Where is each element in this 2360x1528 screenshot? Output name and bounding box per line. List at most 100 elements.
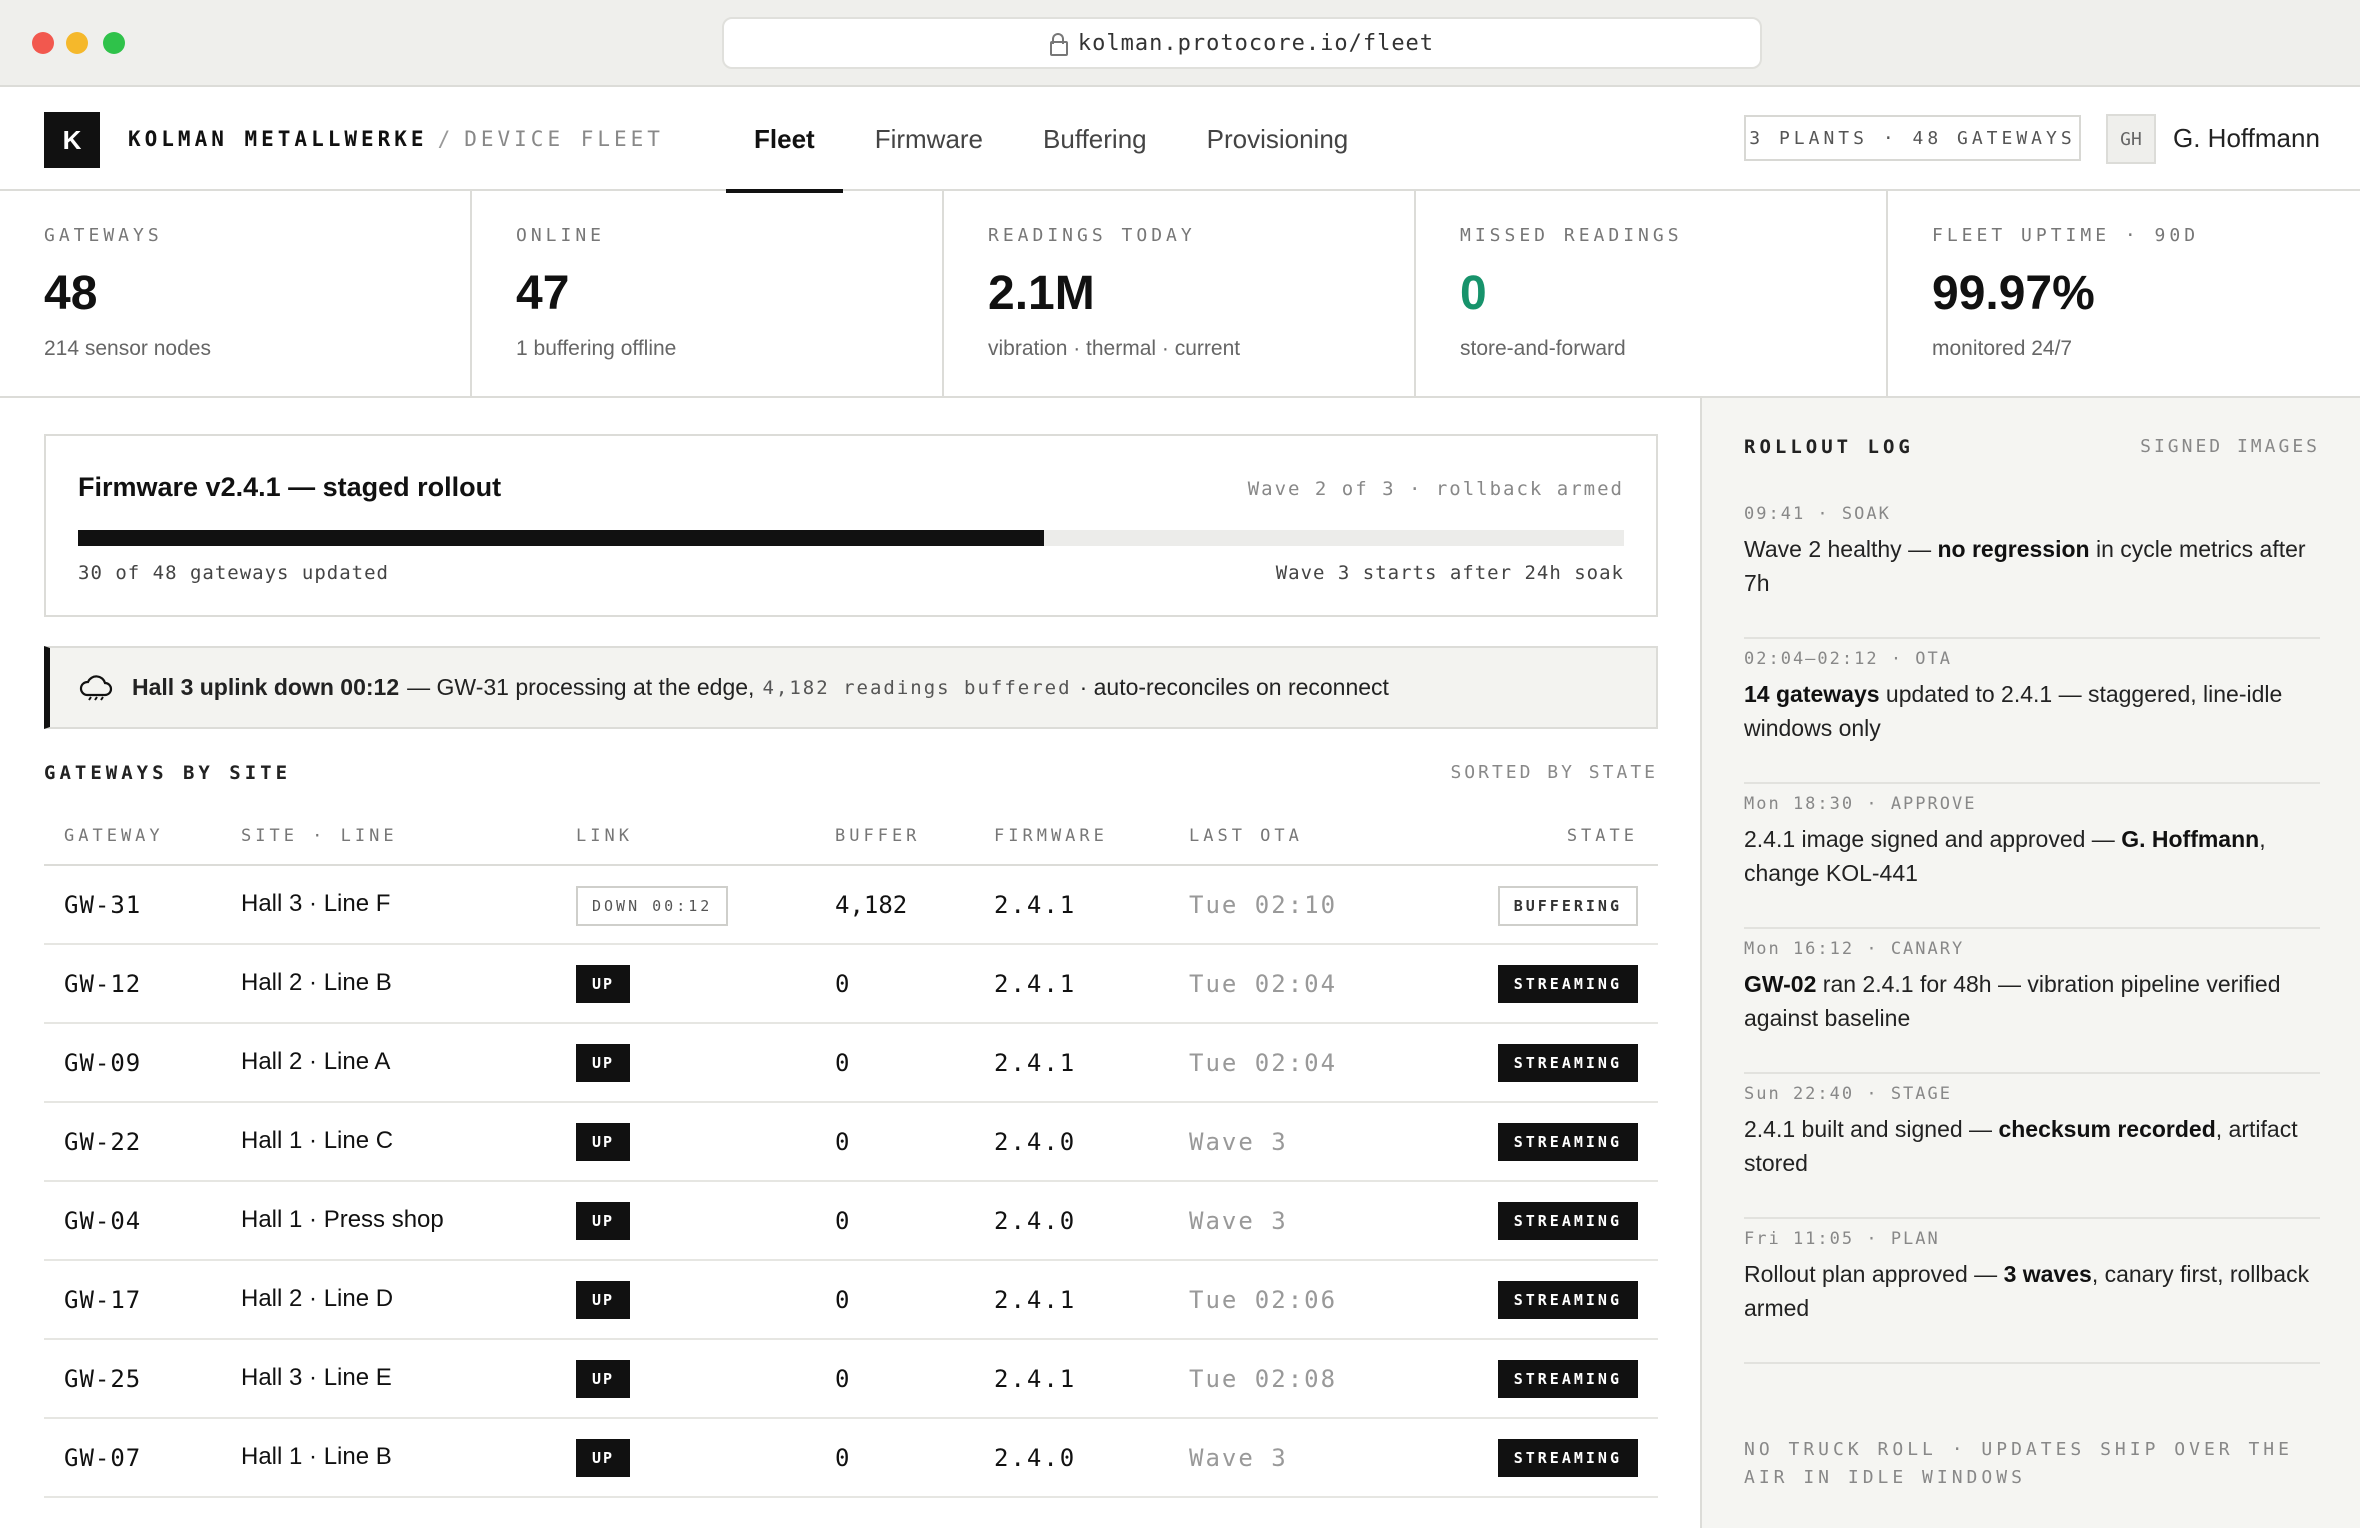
column-header-firmware[interactable]: FIRMWARE <box>994 826 1108 846</box>
gateway-id: GW-31 <box>64 891 142 919</box>
alert-buffered-count: 4,182 readings buffered <box>762 676 1072 699</box>
sort-indicator[interactable]: SORTED BY STATE <box>1450 762 1658 784</box>
log-text-part: 2.4.1 image signed and approved — <box>1744 826 2122 852</box>
stat-label: MISSED READINGS <box>1460 225 1683 246</box>
log-text-part: Rollout plan approved — <box>1744 1261 2004 1287</box>
tab-buffering[interactable]: Buffering <box>1015 87 1175 191</box>
rollout-next-note: Wave 3 starts after 24h soak <box>1275 562 1624 584</box>
gateway-id: GW-09 <box>64 1049 142 1077</box>
site-line: Hall 1 · Line B <box>241 1443 392 1470</box>
column-header-last-ota[interactable]: LAST OTA <box>1189 826 1303 846</box>
stat-label: ONLINE <box>516 225 606 246</box>
link-status-badge: DOWN 00:12 <box>576 886 729 926</box>
log-entry-text: Rollout plan approved — 3 waves, canary … <box>1744 1257 2320 1325</box>
log-entry-text: GW-02 ran 2.4.1 for 48h — vibration pipe… <box>1744 967 2320 1035</box>
last-ota: Tue 02:06 <box>1189 1286 1338 1314</box>
log-entry: Fri 11:05 · PLAN Rollout plan approved —… <box>1744 1219 2320 1364</box>
log-text-emphasis: checksum recorded <box>1998 1116 2216 1142</box>
gateway-id: GW-12 <box>64 970 142 998</box>
log-entry-text: Wave 2 healthy — no regression in cycle … <box>1744 532 2320 600</box>
cloud-offline-icon <box>79 674 113 701</box>
log-entry: 02:04–02:12 · OTA 14 gateways updated to… <box>1744 639 2320 784</box>
gateways-table: GATEWAY SITE · LINE LINK BUFFER FIRMWARE… <box>44 810 1658 1498</box>
url-text: kolman.protocore.io/fleet <box>1077 30 1435 56</box>
site-line: Hall 2 · Line B <box>241 969 392 996</box>
stat-value: 2.1M <box>988 267 1095 320</box>
link-status-badge: UP <box>576 1202 631 1240</box>
tab-firmware[interactable]: Firmware <box>847 87 1011 191</box>
state-badge: STREAMING <box>1497 965 1638 1003</box>
table-row[interactable]: GW-17 Hall 2 · Line D UP 0 2.4.1 Tue 02:… <box>44 1261 1658 1340</box>
last-ota: Wave 3 <box>1189 1128 1288 1156</box>
column-header-state[interactable]: STATE <box>1567 826 1638 846</box>
firmware-version: 2.4.1 <box>994 1049 1077 1077</box>
table-row[interactable]: GW-04 Hall 1 · Press shop UP 0 2.4.0 Wav… <box>44 1182 1658 1261</box>
buffer-count: 0 <box>835 1207 850 1235</box>
state-badge: STREAMING <box>1497 1202 1638 1240</box>
state-badge: STREAMING <box>1497 1360 1638 1398</box>
rollout-card: Firmware v2.4.1 — staged rollout Wave 2 … <box>44 434 1658 617</box>
section-name: DEVICE FLEET <box>464 127 664 151</box>
company-logo[interactable]: K <box>44 112 100 168</box>
table-row[interactable]: GW-22 Hall 1 · Line C UP 0 2.4.0 Wave 3 … <box>44 1103 1658 1182</box>
tab-provisioning[interactable]: Provisioning <box>1179 87 1377 191</box>
log-entry-text: 2.4.1 image signed and approved — G. Hof… <box>1744 822 2320 890</box>
table-row[interactable]: GW-25 Hall 3 · Line E UP 0 2.4.1 Tue 02:… <box>44 1340 1658 1419</box>
address-bar[interactable]: kolman.protocore.io/fleet <box>722 17 1762 69</box>
avatar[interactable]: GH <box>2106 114 2156 164</box>
log-text-emphasis: 3 waves <box>2003 1261 2092 1287</box>
table-row[interactable]: GW-09 Hall 2 · Line A UP 0 2.4.1 Tue 02:… <box>44 1024 1658 1103</box>
rollout-progress-bar <box>78 530 1624 546</box>
close-window-button[interactable] <box>32 32 54 54</box>
rollout-log-panel: ROLLOUT LOG SIGNED IMAGES 09:41 · SOAK W… <box>1700 398 2360 1528</box>
column-header-site[interactable]: SITE · LINE <box>241 826 398 846</box>
link-status-badge: UP <box>576 1123 631 1161</box>
log-entry-text: 14 gateways updated to 2.4.1 — staggered… <box>1744 677 2320 745</box>
link-status-badge: UP <box>576 1360 631 1398</box>
log-entry-time: Mon 18:30 · APPROVE <box>1744 794 1977 814</box>
firmware-version: 2.4.1 <box>994 891 1077 919</box>
last-ota: Tue 02:10 <box>1189 891 1338 919</box>
stat-label: GATEWAYS <box>44 225 163 246</box>
stat-note: monitored 24/7 <box>1932 337 2073 360</box>
firmware-version: 2.4.0 <box>994 1128 1077 1156</box>
state-badge: STREAMING <box>1497 1044 1638 1082</box>
site-line: Hall 1 · Line C <box>241 1127 394 1154</box>
column-header-link[interactable]: LINK <box>576 826 633 846</box>
link-status-badge: UP <box>576 1044 631 1082</box>
signed-images-link[interactable]: SIGNED IMAGES <box>2140 436 2320 458</box>
column-header-gateway[interactable]: GATEWAY <box>64 826 164 846</box>
firmware-version: 2.4.1 <box>994 1365 1077 1393</box>
table-row[interactable]: GW-07 Hall 1 · Line B UP 0 2.4.0 Wave 3 … <box>44 1419 1658 1498</box>
state-badge: STREAMING <box>1497 1439 1638 1477</box>
table-row[interactable]: GW-31 Hall 3 · Line F DOWN 00:12 4,182 2… <box>44 866 1658 945</box>
buffer-count: 0 <box>835 1286 850 1314</box>
minimize-window-button[interactable] <box>66 32 88 54</box>
gateway-id: GW-25 <box>64 1365 142 1393</box>
firmware-version: 2.4.1 <box>994 970 1077 998</box>
table-row[interactable]: GW-12 Hall 2 · Line B UP 0 2.4.1 Tue 02:… <box>44 945 1658 1024</box>
log-entry: Mon 16:12 · CANARY GW-02 ran 2.4.1 for 4… <box>1744 929 2320 1074</box>
gateways-section-header: GATEWAYS BY SITE SORTED BY STATE <box>44 762 1658 784</box>
link-status-badge: UP <box>576 1281 631 1319</box>
buffer-count: 0 <box>835 1128 850 1156</box>
stat-label: READINGS TODAY <box>988 225 1196 246</box>
log-entry-time: Fri 11:05 · PLAN <box>1744 1229 1940 1249</box>
log-text-emphasis: GW-02 <box>1744 971 1817 997</box>
log-entry-time: 02:04–02:12 · OTA <box>1744 649 1952 669</box>
column-header-buffer[interactable]: BUFFER <box>835 826 920 846</box>
rollout-updated-note: 30 of 48 gateways updated <box>78 562 389 584</box>
log-entry-time: Mon 16:12 · CANARY <box>1744 939 1965 959</box>
tab-fleet[interactable]: Fleet <box>726 87 843 193</box>
breadcrumb-separator: / <box>437 127 455 151</box>
user-name[interactable]: G. Hoffmann <box>2173 123 2320 154</box>
state-badge: BUFFERING <box>1497 886 1638 926</box>
gateway-id: GW-07 <box>64 1444 142 1472</box>
stat-gateways: GATEWAYS 48 214 sensor nodes <box>0 191 472 396</box>
last-ota: Wave 3 <box>1189 1444 1288 1472</box>
stats-strip: GATEWAYS 48 214 sensor nodes ONLINE 47 1… <box>0 191 2360 398</box>
log-entry-time: 09:41 · SOAK <box>1744 504 1891 524</box>
rollout-log-title: ROLLOUT LOG <box>1744 436 1914 458</box>
browser-chrome: kolman.protocore.io/fleet <box>0 0 2360 87</box>
maximize-window-button[interactable] <box>103 32 125 54</box>
